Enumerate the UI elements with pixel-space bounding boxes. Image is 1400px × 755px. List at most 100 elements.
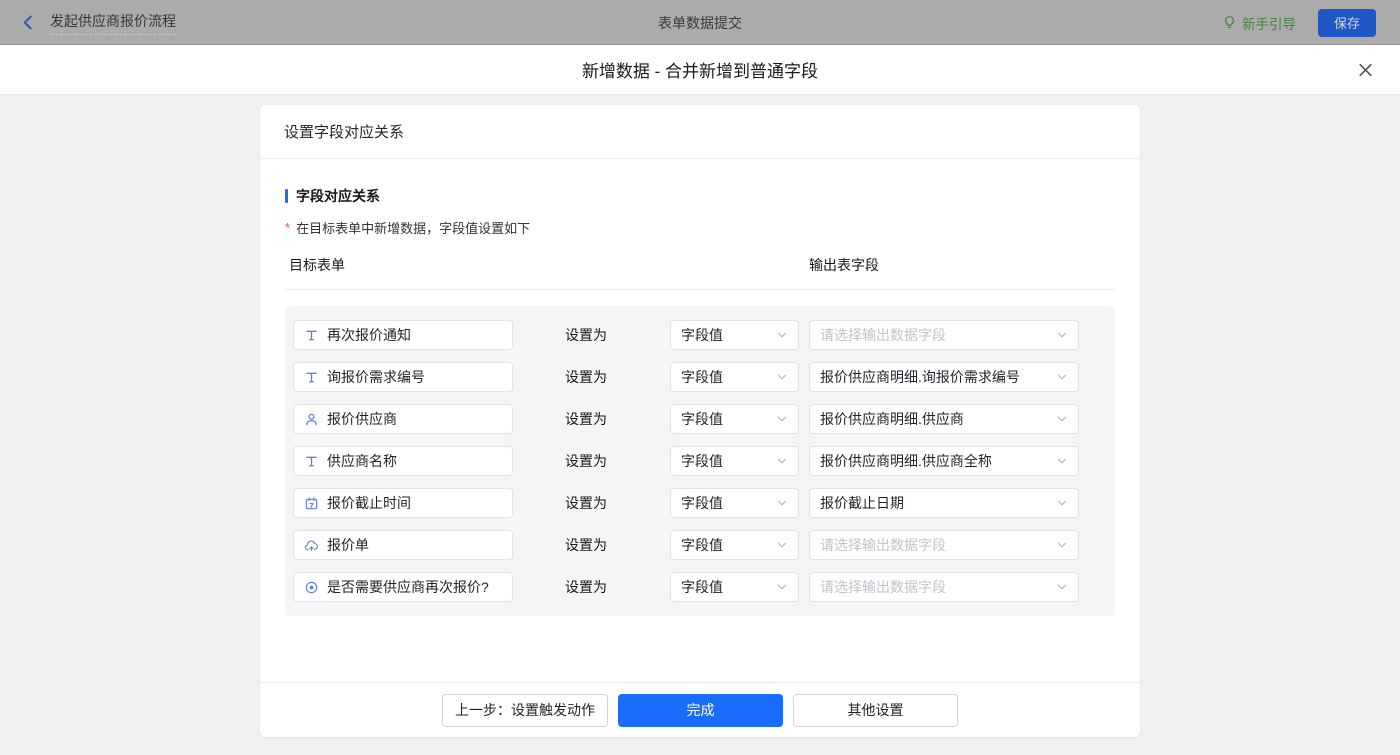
topbar-title: 表单数据提交: [658, 14, 742, 31]
field-mapping-row: 报价截止时间 设置为 字段值 报价截止日期: [293, 488, 1107, 518]
target-field[interactable]: 供应商名称: [293, 446, 513, 476]
output-field-select[interactable]: 报价供应商明细.供应商: [809, 404, 1079, 434]
output-field-select[interactable]: 报价供应商明细.询报价需求编号: [809, 362, 1079, 392]
beginner-guide-label: 新手引导: [1242, 16, 1296, 32]
section-title: 字段对应关系: [296, 188, 380, 204]
close-icon[interactable]: [1357, 61, 1374, 78]
back-button[interactable]: [20, 14, 37, 31]
value-type-value: 字段值: [681, 369, 723, 385]
field-mapping-panel: 再次报价通知 设置为 字段值 请选择输出数据字段 询报价需求编号 设置为 字段值…: [285, 306, 1115, 616]
value-type-select[interactable]: 字段值: [670, 362, 799, 392]
column-header-target-form: 目标表单: [289, 257, 345, 273]
target-field-label: 报价供应商: [327, 411, 397, 427]
set-as-label: 设置为: [565, 537, 607, 553]
output-field-select[interactable]: 请选择输出数据字段: [809, 530, 1079, 560]
set-as-label: 设置为: [565, 327, 607, 343]
value-type-select[interactable]: 字段值: [670, 530, 799, 560]
chevron-down-icon: [1056, 539, 1068, 551]
previous-step-button[interactable]: 上一步：设置触发动作: [442, 693, 608, 727]
target-field-label: 询报价需求编号: [327, 369, 425, 385]
value-type-value: 字段值: [681, 453, 723, 469]
done-button[interactable]: 完成: [618, 693, 783, 727]
chevron-down-icon: [1056, 581, 1068, 593]
modal-title: 新增数据 - 合并新增到普通字段: [581, 62, 819, 81]
value-type-select[interactable]: 字段值: [670, 572, 799, 602]
target-field[interactable]: 报价供应商: [293, 404, 513, 434]
chevron-down-icon: [1056, 497, 1068, 509]
target-field-label: 报价单: [327, 537, 369, 553]
output-field-select[interactable]: 报价供应商明细.供应商全称: [809, 446, 1079, 476]
chevron-down-icon: [776, 539, 788, 551]
target-field-label: 再次报价通知: [327, 327, 411, 343]
chevron-down-icon: [1056, 413, 1068, 425]
target-field[interactable]: 报价截止时间: [293, 488, 513, 518]
target-field[interactable]: 报价单: [293, 530, 513, 560]
value-type-select[interactable]: 字段值: [670, 446, 799, 476]
lightbulb-icon: [1222, 15, 1237, 30]
output-field-value: 请选择输出数据字段: [820, 327, 946, 343]
calendar-icon: [304, 496, 319, 511]
chevron-down-icon: [1056, 455, 1068, 467]
settings-card: 设置字段对应关系 字段对应关系 * 在目标表单中新增数据，字段值设置如下 目标表…: [260, 105, 1140, 737]
card-footer: 上一步：设置触发动作 完成 其他设置: [260, 682, 1140, 737]
topbar: 发起供应商报价流程 表单数据提交 新手引导 保存: [0, 0, 1400, 45]
value-type-select[interactable]: 字段值: [670, 488, 799, 518]
output-field-value: 报价供应商明细.供应商全称: [820, 453, 992, 469]
target-field[interactable]: 再次报价通知: [293, 320, 513, 350]
target-field[interactable]: 询报价需求编号: [293, 362, 513, 392]
chevron-down-icon: [776, 371, 788, 383]
target-field[interactable]: 是否需要供应商再次报价?: [293, 572, 513, 602]
value-type-value: 字段值: [681, 327, 723, 343]
beginner-guide-link[interactable]: 新手引导: [1222, 13, 1296, 33]
column-header-output-field: 输出表字段: [809, 257, 879, 273]
chevron-down-icon: [776, 413, 788, 425]
chevron-left-icon: [20, 14, 37, 31]
field-mapping-row: 再次报价通知 设置为 字段值 请选择输出数据字段: [293, 320, 1107, 350]
output-field-select[interactable]: 报价截止日期: [809, 488, 1079, 518]
set-as-label: 设置为: [565, 453, 607, 469]
section-description: 在目标表单中新增数据，字段值设置如下: [296, 221, 531, 236]
value-type-value: 字段值: [681, 495, 723, 511]
target-field-label: 报价截止时间: [327, 495, 411, 511]
column-headers: 目标表单 输出表字段: [285, 255, 1115, 290]
field-mapping-row: 报价供应商 设置为 字段值 报价供应商明细.供应商: [293, 404, 1107, 434]
text-field-icon: [304, 370, 319, 385]
output-field-select[interactable]: 请选择输出数据字段: [809, 320, 1079, 350]
required-asterisk: *: [285, 220, 291, 235]
field-mapping-row: 询报价需求编号 设置为 字段值 报价供应商明细.询报价需求编号: [293, 362, 1107, 392]
card-header-title: 设置字段对应关系: [260, 105, 1140, 159]
target-field-label: 供应商名称: [327, 453, 397, 469]
cloud-upload-icon: [304, 538, 319, 553]
output-field-value: 报价供应商明细.供应商: [820, 411, 964, 427]
set-as-label: 设置为: [565, 579, 607, 595]
set-as-label: 设置为: [565, 369, 607, 385]
save-button[interactable]: 保存: [1318, 8, 1376, 37]
text-field-icon: [304, 328, 319, 343]
output-field-value: 请选择输出数据字段: [820, 579, 946, 595]
value-type-select[interactable]: 字段值: [670, 404, 799, 434]
section-accent-bar: [285, 189, 288, 203]
field-mapping-row: 是否需要供应商再次报价? 设置为 字段值 请选择输出数据字段: [293, 572, 1107, 602]
output-field-value: 报价供应商明细.询报价需求编号: [820, 369, 1020, 385]
value-type-value: 字段值: [681, 579, 723, 595]
set-as-label: 设置为: [565, 411, 607, 427]
value-type-select[interactable]: 字段值: [670, 320, 799, 350]
field-mapping-row: 供应商名称 设置为 字段值 报价供应商明细.供应商全称: [293, 446, 1107, 476]
set-as-label: 设置为: [565, 495, 607, 511]
chevron-down-icon: [1056, 371, 1068, 383]
target-field-label: 是否需要供应商再次报价?: [327, 579, 489, 595]
modal-header: 新增数据 - 合并新增到普通字段: [0, 45, 1400, 95]
value-type-value: 字段值: [681, 411, 723, 427]
chevron-down-icon: [776, 329, 788, 341]
chevron-down-icon: [776, 497, 788, 509]
value-type-value: 字段值: [681, 537, 723, 553]
output-field-select[interactable]: 请选择输出数据字段: [809, 572, 1079, 602]
flow-name[interactable]: 发起供应商报价流程: [50, 11, 176, 35]
chevron-down-icon: [1056, 329, 1068, 341]
modal-body: 设置字段对应关系 字段对应关系 * 在目标表单中新增数据，字段值设置如下 目标表…: [0, 95, 1400, 755]
chevron-down-icon: [776, 455, 788, 467]
other-settings-button[interactable]: 其他设置: [793, 693, 958, 727]
field-mapping-row: 报价单 设置为 字段值 请选择输出数据字段: [293, 530, 1107, 560]
radio-icon: [304, 580, 319, 595]
output-field-value: 报价截止日期: [820, 495, 904, 511]
